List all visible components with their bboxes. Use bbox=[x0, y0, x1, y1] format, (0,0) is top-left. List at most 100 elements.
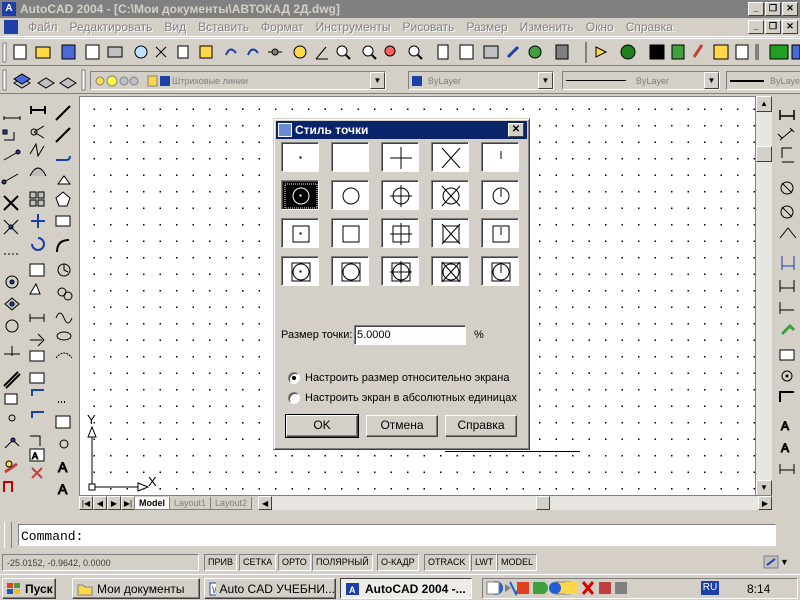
color-combo[interactable]: ByLayer ▼ bbox=[408, 71, 554, 90]
app-title-bar[interactable]: A AutoCAD 2004 - [C:\Мои документы\АВТОК… bbox=[0, 0, 800, 18]
vertical-scroll-thumb[interactable] bbox=[756, 146, 772, 162]
menu-window[interactable]: Окно bbox=[580, 20, 620, 34]
linetype-dropdown-arrow[interactable]: ▼ bbox=[704, 72, 719, 89]
status-snap-button[interactable]: ПРИВ bbox=[204, 554, 237, 571]
status-ortho-button[interactable]: ОРТО bbox=[278, 554, 311, 571]
point-style-option-19[interactable] bbox=[431, 256, 469, 286]
coordinates-display[interactable]: -25.0152, -0.9642, 0.0000 bbox=[2, 554, 199, 571]
menu-tools[interactable]: Инструменты bbox=[310, 20, 397, 34]
radio-relative-label[interactable]: Настроить размер относительно экрана bbox=[305, 372, 509, 384]
horizontal-scrollbar[interactable]: ◀ ▶ bbox=[258, 496, 772, 510]
doc-restore-button[interactable]: ❐ bbox=[765, 20, 781, 34]
command-grip[interactable] bbox=[4, 522, 12, 548]
menu-draw[interactable]: Рисовать bbox=[396, 20, 460, 34]
radio-relative[interactable] bbox=[288, 372, 300, 384]
tab-layout1[interactable]: Layout1 bbox=[169, 496, 212, 510]
document-icon[interactable] bbox=[4, 20, 18, 34]
point-style-option-10[interactable] bbox=[481, 180, 519, 210]
radio-absolute-label[interactable]: Настроить экран в абсолютных единицах bbox=[305, 392, 517, 404]
point-style-option-3[interactable] bbox=[381, 142, 419, 172]
point-style-option-7[interactable] bbox=[331, 180, 369, 210]
modify-toolbar-icons[interactable]: A A bbox=[52, 96, 76, 516]
point-style-option-5[interactable] bbox=[481, 142, 519, 172]
menu-insert[interactable]: Вставить bbox=[192, 20, 255, 34]
menu-file[interactable]: Файл bbox=[22, 20, 64, 34]
comm-center-icon[interactable] bbox=[762, 553, 782, 571]
radio-absolute[interactable] bbox=[288, 392, 300, 404]
tab-model[interactable]: Model bbox=[134, 496, 170, 510]
cancel-button[interactable]: Отмена bbox=[366, 415, 438, 437]
status-osnap-button[interactable]: О-КАДР bbox=[377, 554, 419, 571]
clock[interactable]: 8:14 bbox=[747, 582, 770, 596]
point-style-option-13[interactable] bbox=[381, 218, 419, 248]
task-word-doc[interactable]: W Auto CAD УЧЕБНИ... bbox=[204, 578, 336, 599]
menu-modify[interactable]: Изменить bbox=[514, 20, 580, 34]
layer-dropdown-arrow[interactable]: ▼ bbox=[370, 72, 385, 89]
scroll-up-button[interactable]: ▲ bbox=[756, 96, 772, 112]
language-indicator[interactable]: RU bbox=[701, 581, 719, 595]
point-style-option-2[interactable] bbox=[331, 142, 369, 172]
help-button[interactable]: Справка bbox=[445, 415, 517, 437]
status-polar-button[interactable]: ПОЛЯРНЫЙ bbox=[312, 554, 373, 571]
layer-combo[interactable]: Штриховые линии ▼ bbox=[90, 71, 386, 90]
menu-help[interactable]: Справка bbox=[620, 20, 679, 34]
tab-prev-button[interactable]: ◀ bbox=[93, 496, 107, 510]
point-style-option-8[interactable] bbox=[381, 180, 419, 210]
tab-last-button[interactable]: ▶| bbox=[121, 496, 135, 510]
restore-button[interactable]: ❐ bbox=[765, 2, 781, 16]
menu-edit[interactable]: Редактировать bbox=[64, 20, 159, 34]
point-style-option-20[interactable] bbox=[481, 256, 519, 286]
scroll-right-button[interactable]: ▶ bbox=[758, 496, 772, 510]
status-otrack-button[interactable]: OTRACK bbox=[424, 554, 470, 571]
task-autocad[interactable]: A AutoCAD 2004 -... bbox=[340, 578, 472, 599]
point-style-option-9[interactable] bbox=[431, 180, 469, 210]
autocad-app-icon[interactable]: A bbox=[2, 2, 16, 16]
lineweight-combo[interactable]: ByLayer bbox=[726, 71, 800, 90]
horizontal-scroll-thumb[interactable] bbox=[536, 496, 551, 510]
point-size-input[interactable]: 5.0000 bbox=[354, 325, 466, 345]
status-model-button[interactable]: MODEL bbox=[497, 554, 538, 571]
point-style-option-17[interactable] bbox=[331, 256, 369, 286]
left-toolbar-icons[interactable] bbox=[0, 96, 24, 516]
point-style-option-11[interactable] bbox=[281, 218, 319, 248]
command-line[interactable]: Command: bbox=[18, 524, 776, 546]
point-style-option-14[interactable] bbox=[431, 218, 469, 248]
draw-toolbar-icons[interactable]: A bbox=[26, 96, 50, 516]
task-my-documents[interactable]: Мои документы bbox=[72, 578, 200, 599]
color-value: ByLayer bbox=[428, 75, 462, 86]
status-lwt-button[interactable]: LWT bbox=[471, 554, 498, 571]
tab-first-button[interactable]: |◀ bbox=[79, 496, 93, 510]
task-label: Мои документы bbox=[97, 581, 185, 596]
point-style-option-1[interactable] bbox=[281, 142, 319, 172]
point-style-option-18[interactable] bbox=[381, 256, 419, 286]
tray-icons[interactable] bbox=[485, 580, 725, 598]
start-button[interactable]: Пуск bbox=[2, 578, 56, 599]
ok-button[interactable]: OK bbox=[285, 414, 359, 438]
minimize-button[interactable]: _ bbox=[748, 2, 764, 16]
doc-minimize-button[interactable]: _ bbox=[748, 20, 764, 34]
point-style-option-15[interactable] bbox=[481, 218, 519, 248]
menu-format[interactable]: Формат bbox=[255, 20, 310, 34]
scroll-down-button[interactable]: ▼ bbox=[756, 480, 772, 496]
close-button[interactable]: ✕ bbox=[782, 2, 798, 16]
point-style-option-12[interactable] bbox=[331, 218, 369, 248]
vertical-scrollbar[interactable]: ▲ ▼ bbox=[756, 96, 772, 496]
status-menu-arrow[interactable]: ▼ bbox=[780, 557, 789, 567]
point-style-option-4[interactable] bbox=[431, 142, 469, 172]
menu-dimension[interactable]: Размер bbox=[460, 20, 513, 34]
scroll-left-button[interactable]: ◀ bbox=[258, 496, 273, 510]
dialog-title-bar[interactable]: Стиль точки ✕ bbox=[276, 121, 527, 139]
status-grid-button[interactable]: СЕТКА bbox=[239, 554, 277, 571]
linetype-combo[interactable]: ByLayer ▼ bbox=[562, 71, 720, 90]
system-tray: RU 8:14 bbox=[482, 578, 798, 599]
dimension-toolbar-icons[interactable]: A A bbox=[776, 96, 800, 476]
dialog-close-button[interactable]: ✕ bbox=[508, 123, 524, 137]
tab-layout2[interactable]: Layout2 bbox=[210, 496, 253, 510]
tab-next-button[interactable]: ▶ bbox=[107, 496, 121, 510]
point-style-option-6[interactable] bbox=[281, 180, 319, 210]
menu-view[interactable]: Вид bbox=[158, 20, 192, 34]
color-dropdown-arrow[interactable]: ▼ bbox=[538, 72, 553, 89]
point-style-option-16[interactable] bbox=[281, 256, 319, 286]
layer-tools-icons[interactable] bbox=[0, 67, 90, 94]
doc-close-button[interactable]: ✕ bbox=[782, 20, 798, 34]
